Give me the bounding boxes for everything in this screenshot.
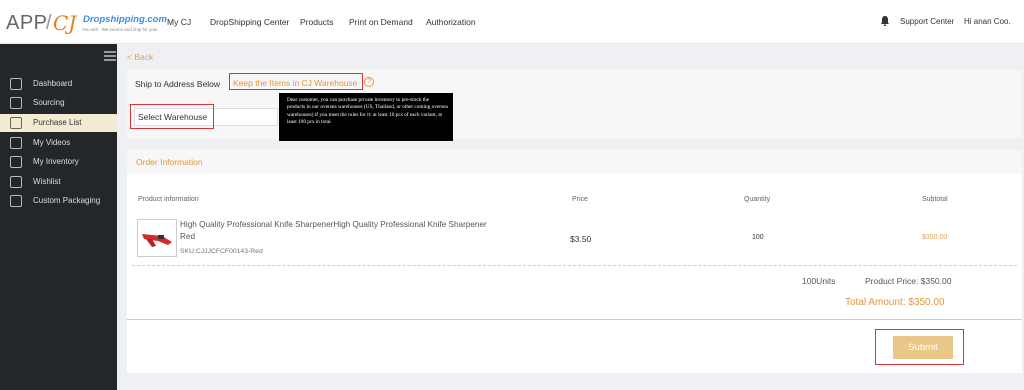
sidebar-item-purchase-list[interactable]: Purchase List xyxy=(0,114,117,132)
column-product-information: Product information xyxy=(138,196,199,203)
sourcing-icon xyxy=(10,97,22,109)
sidebar-item-dashboard[interactable]: Dashboard xyxy=(0,75,117,93)
sidebar-item-label: Wishlist xyxy=(33,177,61,186)
total-amount: Total Amount: $350.00 xyxy=(845,297,945,308)
sidebar-item-label: My Videos xyxy=(33,138,71,147)
column-quantity: Quantity xyxy=(744,196,771,203)
sidebar-item-sourcing[interactable]: Sourcing xyxy=(0,94,117,112)
support-center-link[interactable]: Support Center xyxy=(900,17,954,26)
bell-icon[interactable] xyxy=(879,15,891,27)
video-icon xyxy=(10,137,22,149)
inventory-icon xyxy=(10,156,22,168)
order-information-header xyxy=(127,150,1022,174)
purchase-list-icon xyxy=(10,117,22,129)
wishlist-icon xyxy=(10,176,22,188)
select-warehouse-label: Select Warehouse xyxy=(138,112,208,122)
nav-my-cj[interactable]: My CJ xyxy=(167,17,191,27)
column-price: Price xyxy=(572,196,588,203)
logo-cj-mark[interactable]: CJ xyxy=(53,11,76,35)
ship-to-address-option[interactable]: Ship to Address Below xyxy=(135,79,220,89)
product-name[interactable]: High Quality Professional Knife Sharpene… xyxy=(180,219,500,242)
nav-dropshipping-center[interactable]: DropShipping Center xyxy=(210,17,289,27)
nav-products[interactable]: Products xyxy=(300,17,334,27)
product-price-summary: Product Price: $350.00 xyxy=(865,276,952,286)
product-thumbnail[interactable] xyxy=(137,219,177,257)
nav-print-on-demand[interactable]: Print on Demand xyxy=(349,17,413,27)
back-link[interactable]: < Back xyxy=(127,52,153,62)
logo-app-text: APP xyxy=(6,12,48,34)
logo-tagline: You sell · We source and ship for you! xyxy=(82,27,158,32)
divider xyxy=(127,319,1022,320)
sidebar-item-wishlist[interactable]: Wishlist xyxy=(0,173,117,191)
sidebar-item-my-inventory[interactable]: My Inventory xyxy=(0,153,117,171)
sidebar-item-label: Sourcing xyxy=(33,98,65,107)
menu-toggle-icon[interactable] xyxy=(104,51,116,61)
sidebar-item-label: Custom Packaging xyxy=(33,196,101,205)
column-subtotal: Subtotal xyxy=(922,196,948,203)
nav-authorization[interactable]: Authorization xyxy=(426,17,476,27)
sidebar-item-label: My Inventory xyxy=(33,157,79,166)
product-sku: SKU:CJJJCFCF00143-Red xyxy=(180,248,263,255)
sidebar-item-label: Purchase List xyxy=(33,118,82,127)
sidebar-item-my-videos[interactable]: My Videos xyxy=(0,134,117,152)
keep-in-warehouse-option[interactable]: Keep the Items in CJ Warehouse xyxy=(233,78,357,88)
total-units: 100Units xyxy=(802,276,836,286)
logo-brand-text[interactable]: Dropshipping.com xyxy=(83,14,167,25)
gift-icon xyxy=(10,195,22,207)
help-icon[interactable]: ? xyxy=(364,77,374,87)
order-information-title: Order Information xyxy=(136,157,203,167)
sidebar-item-label: Dashboard xyxy=(33,79,73,88)
divider xyxy=(132,265,1017,266)
user-greeting[interactable]: Hi anan Coo. xyxy=(964,17,1011,26)
product-subtotal: $350.00 xyxy=(922,234,948,241)
warehouse-info-tooltip: Dear customer, you can purchase private … xyxy=(279,93,453,141)
knife-sharpener-image xyxy=(142,234,172,247)
product-price: $3.50 xyxy=(570,234,592,244)
top-navigation-bar: APP / CJ Dropshipping.com You sell · We … xyxy=(0,0,1024,44)
sidebar-item-custom-packaging[interactable]: Custom Packaging xyxy=(0,192,117,210)
dashboard-icon xyxy=(10,78,22,90)
logo-separator: / xyxy=(46,12,52,34)
product-quantity: 100 xyxy=(752,234,764,241)
submit-button[interactable]: Submit xyxy=(893,336,953,359)
